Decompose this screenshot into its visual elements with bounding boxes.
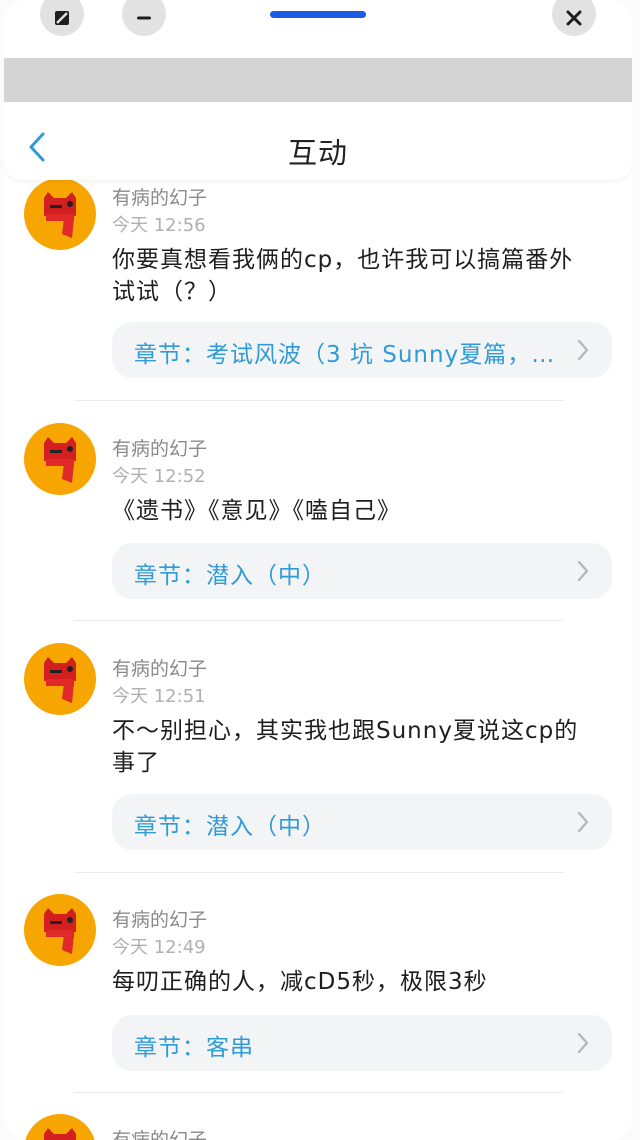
window-resize-button[interactable]	[40, 0, 84, 36]
chapter-link[interactable]: 章节：潜入（中）	[112, 794, 612, 850]
chevron-right-icon	[577, 560, 589, 582]
comment-username[interactable]: 有病的幻子	[112, 434, 207, 461]
comment-text: 《遗书》《意见》《嗑自己》	[112, 498, 401, 524]
chapter-link-label: 章节：考试风波（3 坑 Sunny夏篇，…	[134, 342, 554, 368]
comment-time: 今天 12:49	[112, 937, 206, 958]
comment-text: 不～别担心，其实我也跟Sunny夏说这cp的 事了	[112, 718, 579, 776]
comment-username[interactable]: 有病的幻子	[112, 1125, 207, 1140]
chapter-link[interactable]: 章节：客串	[112, 1015, 612, 1071]
comment-text: 每叨正确的人，减cD5秒，极限3秒	[112, 969, 488, 995]
chapter-link-label: 章节：客串	[134, 1035, 254, 1061]
chapter-link-label: 章节：潜入（中）	[134, 814, 326, 840]
comment-username[interactable]: 有病的幻子	[112, 905, 207, 932]
chevron-right-icon	[577, 1032, 589, 1054]
comment-username[interactable]: 有病的幻子	[112, 183, 207, 210]
comment-time: 今天 12:52	[112, 466, 206, 487]
chapter-link[interactable]: 章节：潜入（中）	[112, 543, 612, 599]
divider	[74, 400, 564, 401]
comment-text: 你要真想看我俩的cp，也许我可以搞篇番外 试试（？）	[112, 247, 574, 305]
chapter-link-label: 章节：潜入（中）	[134, 563, 326, 589]
avatar[interactable]	[24, 643, 96, 715]
divider	[74, 872, 564, 873]
close-button[interactable]	[552, 0, 596, 36]
nav-bar: 互动	[4, 102, 632, 180]
close-icon	[566, 10, 582, 26]
comment-username[interactable]: 有病的幻子	[112, 654, 207, 681]
minimize-icon	[137, 16, 151, 20]
drag-handle[interactable]	[270, 11, 366, 18]
chevron-right-icon	[577, 811, 589, 833]
page-title: 互动	[287, 136, 348, 170]
window-bar	[4, 0, 632, 58]
avatar[interactable]	[24, 178, 96, 250]
avatar[interactable]	[24, 423, 96, 495]
avatar[interactable]	[24, 1114, 96, 1140]
divider	[74, 620, 564, 621]
minimize-button[interactable]	[122, 0, 166, 36]
avatar[interactable]	[24, 894, 96, 966]
maximize-icon	[55, 11, 69, 25]
interaction-panel: 有病的幻子 今天 12:56 你要真想看我俩的cp，也许我可以搞篇番外 试试（？…	[4, 0, 632, 1140]
comment-time: 今天 12:51	[112, 686, 206, 707]
status-band	[4, 58, 632, 102]
chapter-link[interactable]: 章节：考试风波（3 坑 Sunny夏篇，…	[112, 322, 612, 378]
chevron-right-icon	[577, 339, 589, 361]
divider	[74, 1092, 564, 1093]
comment-time: 今天 12:56	[112, 215, 206, 236]
